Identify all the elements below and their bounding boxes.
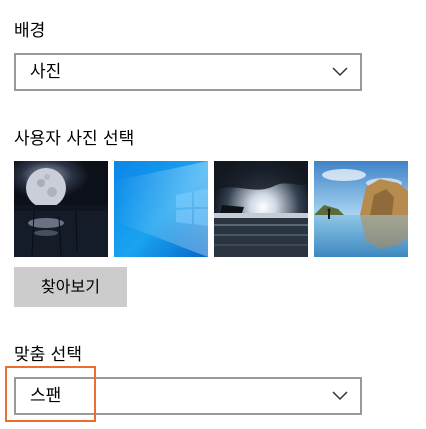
background-dropdown[interactable]: 사진 <box>14 53 362 91</box>
thumbnail-moon-lake[interactable] <box>14 161 108 257</box>
choose-picture-label: 사용자 사진 선택 <box>14 129 135 149</box>
background-selected-value: 사진 <box>30 62 62 82</box>
chevron-down-icon <box>332 391 348 401</box>
fit-selected-value: 스팬 <box>30 386 62 406</box>
background-label: 배경 <box>14 21 46 41</box>
browse-button[interactable]: 찾아보기 <box>14 267 127 307</box>
fit-dropdown[interactable]: 스팬 <box>14 377 362 415</box>
picture-thumbnails <box>14 161 408 257</box>
chevron-down-icon <box>332 67 348 77</box>
fit-label: 맞춤 선택 <box>14 345 82 365</box>
thumbnail-sunburst-sea[interactable] <box>214 161 308 257</box>
thumbnail-windows-blue[interactable] <box>114 161 208 257</box>
thumbnail-beach-rocks[interactable] <box>314 161 408 257</box>
